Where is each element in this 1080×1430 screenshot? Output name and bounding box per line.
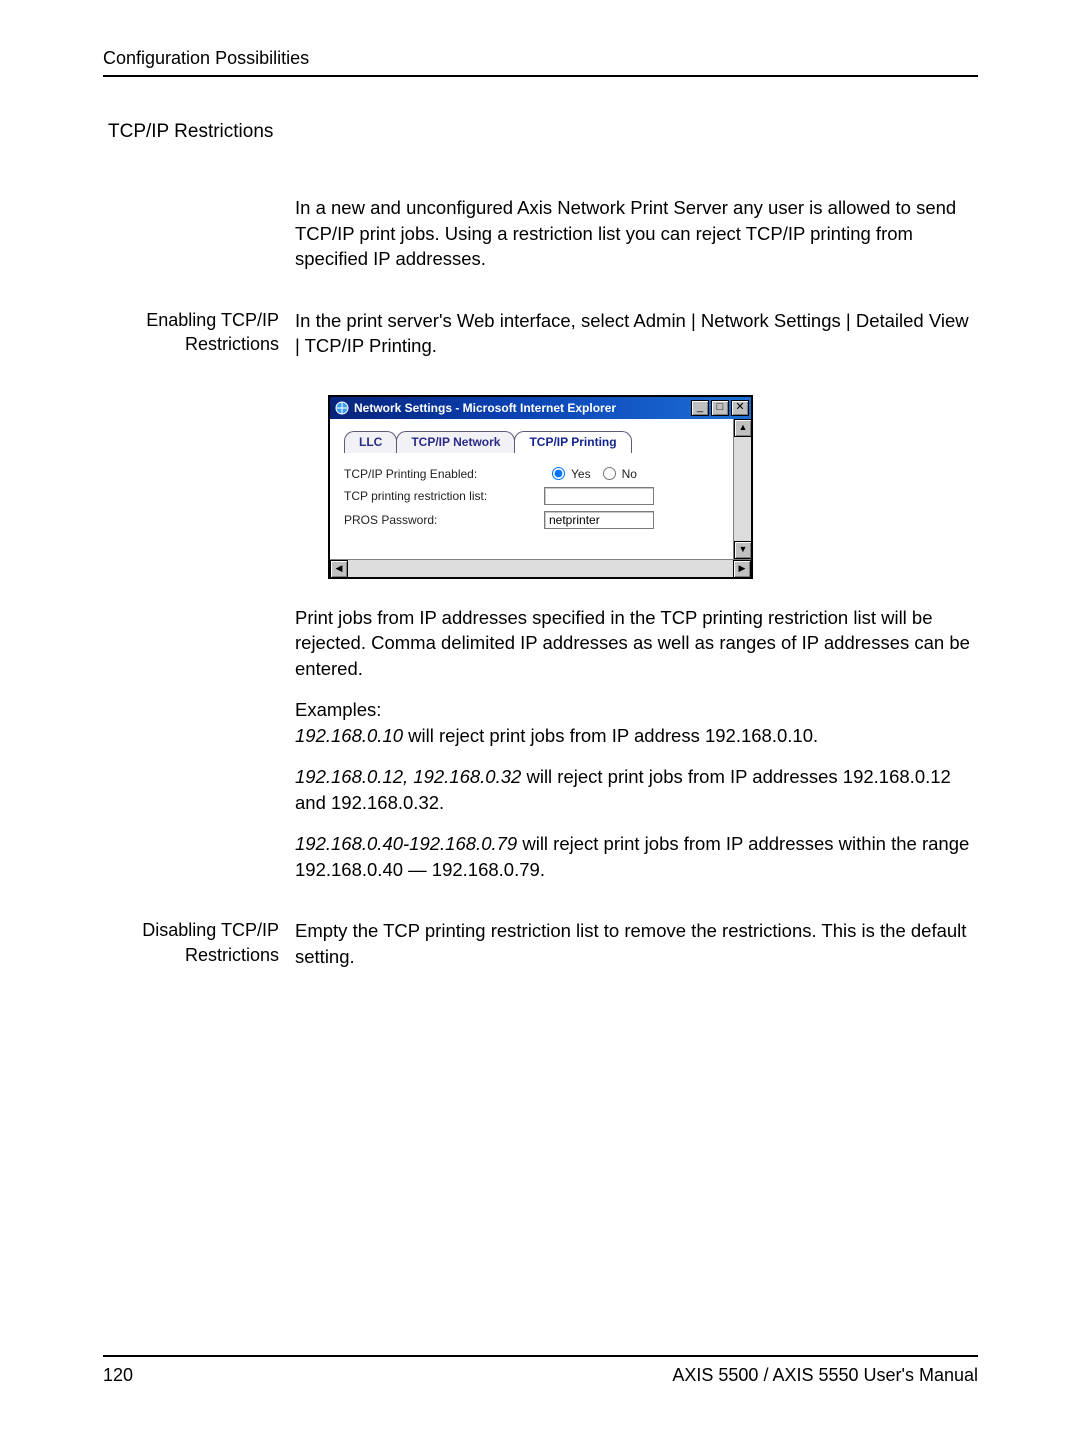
manual-title: AXIS 5500 / AXIS 5550 User's Manual (672, 1365, 978, 1386)
ie-app-icon (334, 400, 350, 416)
page-number: 120 (103, 1365, 133, 1386)
radio-no-label: No (622, 467, 637, 481)
tab-tcpip-network[interactable]: TCP/IP Network (396, 431, 515, 453)
minimize-button[interactable]: _ (691, 400, 709, 416)
radio-no[interactable] (603, 467, 616, 480)
scroll-down-icon[interactable]: ▼ (734, 541, 752, 559)
label-pros-password: PROS Password: (344, 513, 544, 527)
disabling-gutter-line1: Disabling TCP/IP (103, 918, 279, 942)
disabling-paragraph: Empty the TCP printing restriction list … (295, 918, 978, 969)
maximize-button[interactable]: □ (711, 400, 729, 416)
scroll-left-icon[interactable]: ◀ (330, 560, 348, 578)
ie-window: Network Settings - Microsoft Internet Ex… (328, 395, 753, 579)
intro-paragraph: In a new and unconfigured Axis Network P… (295, 195, 978, 272)
example3-ip: 192.168.0.40-192.168.0.79 (295, 833, 517, 854)
scroll-up-icon[interactable]: ▲ (734, 419, 752, 437)
ie-title-text: Network Settings - Microsoft Internet Ex… (354, 401, 691, 415)
running-head: Configuration Possibilities (103, 48, 978, 77)
label-printing-enabled: TCP/IP Printing Enabled: (344, 467, 544, 481)
disabling-gutter-line2: Restrictions (103, 943, 279, 967)
input-pros-password[interactable] (544, 511, 654, 529)
example1-ip: 192.168.0.10 (295, 725, 403, 746)
tabs-row: LLC TCP/IP Network TCP/IP Printing (344, 431, 723, 453)
enabling-gutter-line1: Enabling TCP/IP (103, 308, 279, 332)
examples-label: Examples: (295, 699, 381, 720)
scroll-right-icon[interactable]: ▶ (733, 560, 751, 578)
tab-tcpip-printing[interactable]: TCP/IP Printing (514, 431, 631, 453)
radio-yes[interactable] (552, 467, 565, 480)
close-button[interactable]: ✕ (731, 400, 749, 416)
example2-ip: 192.168.0.12, 192.168.0.32 (295, 766, 521, 787)
vertical-scrollbar[interactable]: ▲ ▼ (733, 419, 751, 559)
label-restriction-list: TCP printing restriction list: (344, 489, 544, 503)
input-restriction-list[interactable] (544, 487, 654, 505)
enabling-gutter-line2: Restrictions (103, 332, 279, 356)
radio-yes-label: Yes (571, 467, 591, 481)
post-paragraph-1: Print jobs from IP addresses specified i… (295, 605, 978, 682)
page-footer: 120 AXIS 5500 / AXIS 5550 User's Manual (103, 1355, 978, 1386)
enabling-paragraph: In the print server's Web interface, sel… (295, 308, 978, 359)
example1-rest: will reject print jobs from IP address 1… (403, 725, 818, 746)
ie-titlebar: Network Settings - Microsoft Internet Ex… (330, 397, 751, 419)
tab-llc[interactable]: LLC (344, 431, 397, 453)
section-title: TCP/IP Restrictions (108, 121, 978, 143)
horizontal-scrollbar[interactable]: ◀ ▶ (330, 559, 751, 577)
